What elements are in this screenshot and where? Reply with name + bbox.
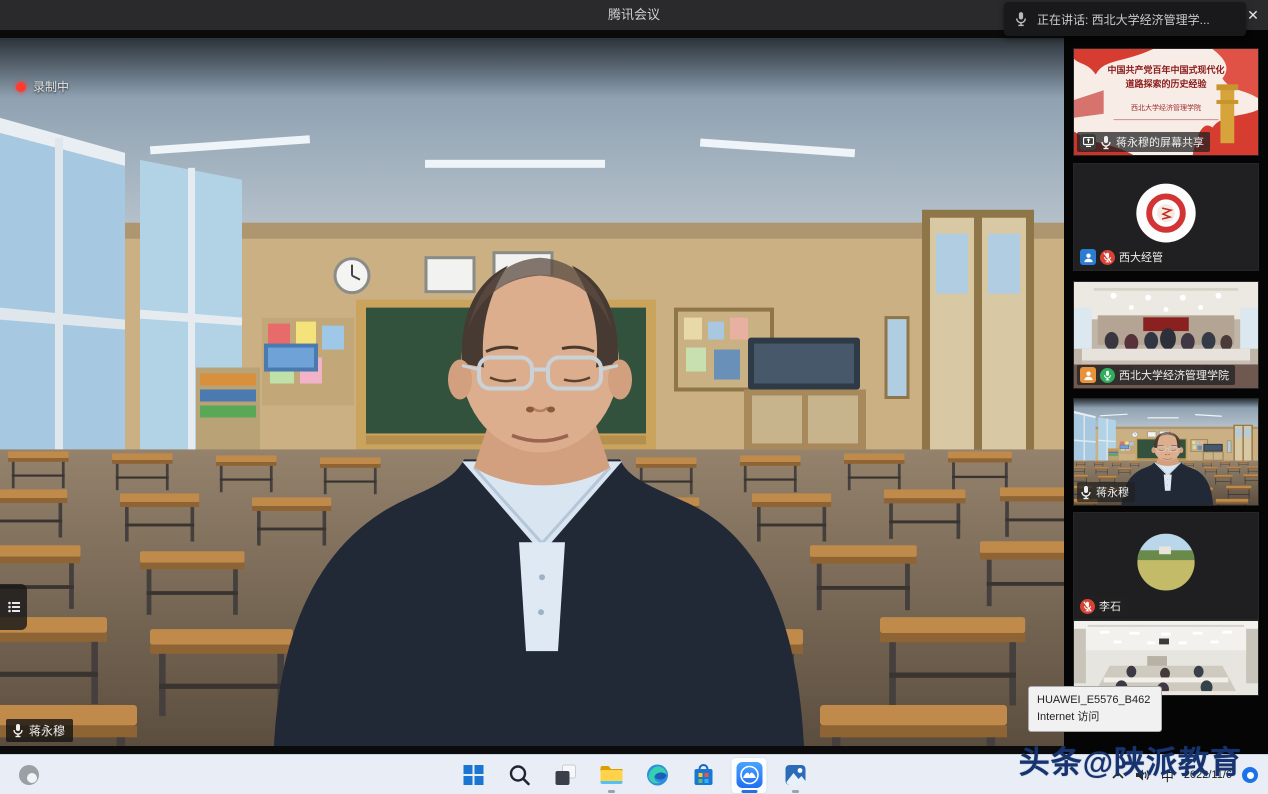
photos-button[interactable] (777, 757, 814, 794)
mic-icon (12, 723, 24, 738)
file-explorer-button[interactable] (593, 757, 630, 794)
network-tooltip: HUAWEI_E5576_B462 Internet 访问 (1028, 686, 1162, 732)
speaker-name: 蒋永穆 (29, 722, 65, 739)
participant-name: 蒋永穆的屏幕共享 (1116, 134, 1204, 150)
screen: 腾讯会议 正在讲话: 西北大学经济管理学... ✕ 录制中 蒋永穆 (0, 0, 1268, 794)
search-icon (507, 763, 531, 787)
participant-thumbnail-room[interactable]: 西北大学经济管理学院 (1073, 281, 1259, 389)
recording-dot-icon (16, 82, 26, 92)
participant-thumbnail-hall[interactable] (1073, 620, 1259, 696)
task-view-button[interactable] (547, 757, 584, 794)
list-icon (7, 600, 21, 614)
mic-icon (1014, 11, 1028, 27)
tencent-meeting-icon (736, 762, 762, 788)
close-icon[interactable]: ✕ (1244, 6, 1262, 24)
main-speaker-video[interactable]: 录制中 蒋永穆 (0, 38, 1064, 746)
participant-thumbnail-screen-share[interactable]: 中国共产党百年中国式现代化 道路探索的历史经验 西北大学经济管理学院 蒋永穆的屏… (1073, 48, 1259, 156)
file-explorer-icon (598, 763, 624, 787)
participant-name: 蒋永穆 (1096, 484, 1129, 500)
participant-name: 西大经管 (1119, 249, 1163, 265)
search-button[interactable] (501, 757, 538, 794)
running-indicator (608, 790, 615, 793)
notification-badge-icon[interactable] (1242, 767, 1258, 783)
participants-sidebar: 中国共产党百年中国式现代化 道路探索的历史经验 西北大学经济管理学院 蒋永穆的屏… (1064, 30, 1268, 754)
participant-label: 蒋永穆的屏幕共享 (1077, 132, 1210, 152)
layout-panel-handle[interactable] (0, 584, 27, 630)
network-status: Internet 访问 (1037, 709, 1153, 726)
edge-button[interactable] (639, 757, 676, 794)
host-person-icon (1080, 249, 1096, 265)
weather-widget-icon[interactable] (16, 762, 42, 788)
main-speaker-name-label: 蒋永穆 (6, 719, 73, 742)
lecture-hall-graphic (1074, 621, 1258, 695)
mic-icon (1100, 135, 1112, 150)
taskbar-center (455, 755, 814, 794)
slide-subtitle: 西北大学经济管理学院 (1084, 103, 1248, 113)
speaking-notification[interactable]: 正在讲话: 西北大学经济管理学... (1004, 2, 1246, 36)
participant-label: 蒋永穆 (1077, 482, 1135, 502)
mic-icon (1080, 485, 1092, 500)
participant-label: 李石 (1077, 596, 1127, 616)
microsoft-store-icon (691, 763, 715, 787)
windows-start-icon (461, 763, 485, 787)
running-indicator (741, 790, 757, 793)
meeting-content: 录制中 蒋永穆 (0, 30, 1268, 754)
task-view-icon (553, 763, 577, 787)
slide-title: 中国共产党百年中国式现代化 道路探索的历史经验 (1080, 64, 1252, 92)
screen-share-icon (1080, 134, 1096, 150)
recording-label: 录制中 (33, 78, 69, 95)
store-button[interactable] (685, 757, 722, 794)
speaking-notification-text: 正在讲话: 西北大学经济管理学... (1037, 11, 1210, 28)
edge-icon (645, 763, 669, 787)
start-button[interactable] (455, 757, 492, 794)
running-indicator (792, 790, 799, 793)
watermark-text: 头条@陕派教育 (1019, 737, 1242, 782)
participant-name: 李石 (1099, 598, 1121, 614)
network-ssid: HUAWEI_E5576_B462 (1037, 692, 1153, 709)
mic-muted-icon (1080, 599, 1095, 614)
participant-label: 西大经管 (1077, 247, 1169, 267)
co-host-person-icon (1080, 367, 1096, 383)
photos-icon (783, 763, 807, 787)
tencent-meeting-button[interactable] (731, 757, 768, 794)
mic-speaking-icon (1100, 368, 1115, 383)
participant-thumbnail-speaker[interactable]: 蒋永穆 (1073, 398, 1259, 506)
participant-thumbnail-avatar2[interactable]: 李石 (1073, 512, 1259, 620)
mic-muted-icon (1100, 250, 1115, 265)
recording-indicator: 录制中 (16, 78, 69, 95)
participant-name: 西北大学经济管理学院 (1119, 367, 1229, 383)
participant-label: 西北大学经济管理学院 (1077, 365, 1235, 385)
classroom-background (0, 38, 1064, 746)
participant-thumbnail-avatar[interactable]: 西大经管 (1073, 163, 1259, 271)
